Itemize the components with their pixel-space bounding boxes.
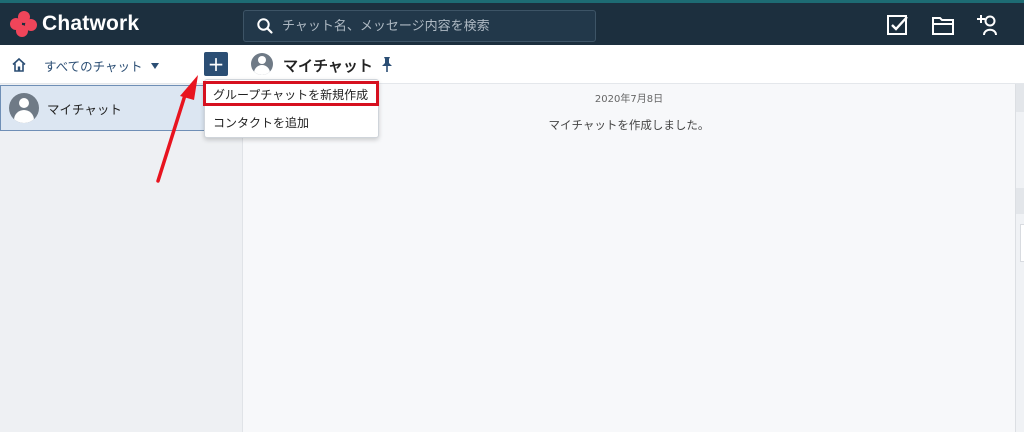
add-chat-button[interactable]: + (204, 52, 228, 76)
home-icon[interactable] (11, 57, 27, 73)
top-header: Chatwork (0, 0, 1024, 45)
chat-room-name: マイチャット (47, 101, 122, 117)
chat-filter-label: すべてのチャット (44, 59, 143, 74)
contact-add-icon[interactable] (976, 12, 1002, 38)
search-box[interactable] (243, 10, 596, 42)
menu-item-new-group-chat[interactable]: グループチャットを新規作成 (205, 82, 380, 107)
chat-title: マイチャット (283, 57, 373, 75)
avatar (9, 93, 39, 123)
panel-tab[interactable] (1016, 188, 1024, 214)
file-folder-icon[interactable] (930, 12, 956, 38)
pin-icon[interactable] (380, 56, 394, 72)
search-input[interactable] (282, 18, 582, 34)
panel-tab[interactable] (1016, 84, 1024, 112)
search-icon (257, 18, 273, 34)
right-info-panel (1015, 84, 1024, 432)
task-check-icon[interactable] (885, 12, 911, 38)
chat-filter-dropdown[interactable]: すべてのチャット (44, 56, 159, 75)
chatwork-logo[interactable]: Chatwork (10, 11, 139, 37)
chatwork-logo-mark-icon (10, 11, 38, 37)
app-name: Chatwork (42, 12, 140, 35)
add-menu-dropdown: グループチャットを新規作成 コンタクトを追加 (204, 79, 379, 138)
caret-down-icon (150, 62, 159, 69)
chat-avatar (251, 53, 273, 75)
menu-item-add-contact[interactable]: コンタクトを追加 (205, 110, 380, 135)
panel-box (1020, 224, 1024, 262)
